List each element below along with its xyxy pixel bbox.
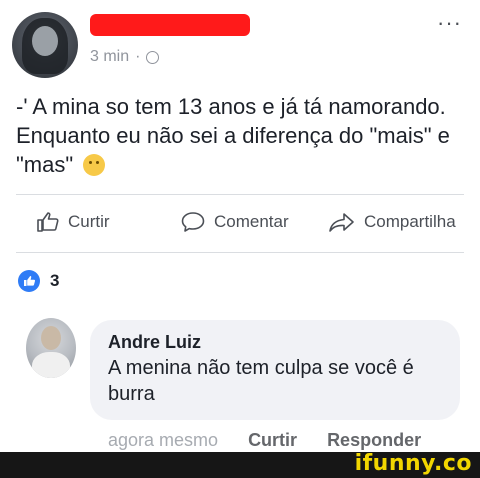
reaction-summary[interactable]: 3 [18,270,59,292]
thumbs-up-icon [37,212,59,232]
ifunny-watermark: ifunny.co [354,451,472,476]
globe-icon [146,50,160,64]
like-button[interactable]: Curtir [36,210,110,234]
avatar-face [32,26,58,56]
comment-text: A menina não tem culpa se você é burra [108,357,414,405]
thinking-face-icon [83,154,106,176]
post-time[interactable]: 3 min [90,48,129,66]
post-meta: 3 min · [90,48,160,66]
like-label: Curtir [68,212,110,231]
comment-label: Comentar [214,212,289,231]
post-actions: Curtir Comentar Compartilha [0,202,480,242]
reaction-count: 3 [50,271,60,290]
commenter-avatar[interactable] [26,318,76,378]
share-label: Compartilha [364,212,456,231]
avatar-head [41,326,61,350]
divider [16,194,464,195]
post-body: -' A mina so tem 13 anos e já tá namoran… [16,94,450,177]
watermark-bar: ifunny.co [0,451,480,478]
like-reaction-icon [18,270,40,292]
comment-actions: agora mesmo Curtir Responder [108,430,421,451]
comment-like-link[interactable]: Curtir [248,430,297,451]
meta-separator: · [135,48,141,65]
more-options-icon[interactable]: ··· [437,10,462,36]
post-text: -' A mina so tem 13 anos e já tá namoran… [16,92,466,179]
share-button[interactable]: Compartilha [328,210,456,234]
comment-bubble: Andre Luiz A menina não tem culpa se voc… [90,320,460,420]
divider [16,252,464,253]
avatar-body [32,352,70,378]
comment-button[interactable]: Comentar [180,210,289,234]
comment-time[interactable]: agora mesmo [108,430,218,451]
redacted-author-name [90,14,250,36]
comment-author[interactable]: Andre Luiz [108,332,442,353]
author-avatar[interactable] [12,12,78,78]
comment-reply-link[interactable]: Responder [327,430,421,451]
comment-bubble-icon [181,212,205,232]
share-arrow-icon [329,213,354,232]
